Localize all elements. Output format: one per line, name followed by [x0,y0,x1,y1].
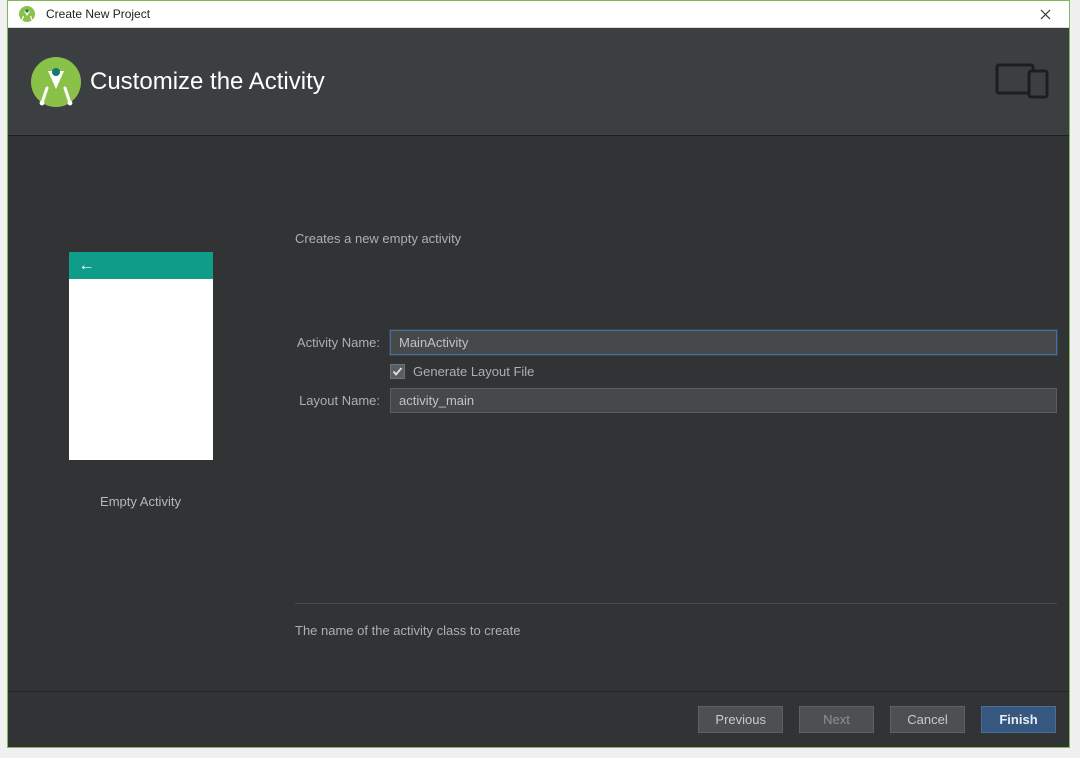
generate-layout-checkbox[interactable] [390,364,405,379]
next-button: Next [799,706,874,733]
window-close-button[interactable] [1025,1,1065,27]
separator [295,603,1057,604]
finish-button[interactable]: Finish [981,706,1056,733]
dialog-window: Create New Project Customize the Activit… [7,0,1070,748]
generate-layout-label: Generate Layout File [413,364,534,379]
content-body: ← Empty Activity Creates a new empty act… [8,136,1069,691]
android-studio-logo-icon [30,56,82,108]
wizard-footer: Previous Next Cancel Finish [8,691,1069,747]
wizard-content: ← Empty Activity Creates a new empty act… [8,135,1069,747]
preview-pane: ← Empty Activity [8,136,273,691]
preview-appbar: ← [69,252,213,279]
previous-button[interactable]: Previous [698,706,783,733]
activity-name-input[interactable] [390,330,1057,355]
layout-name-input[interactable] [390,388,1057,413]
cancel-button[interactable]: Cancel [890,706,965,733]
activity-name-label: Activity Name: [273,335,390,350]
close-icon [1040,9,1051,20]
activity-preview: ← [69,252,213,460]
preview-label: Empty Activity [100,494,181,509]
generate-layout-row: Generate Layout File [390,364,1057,379]
wizard-title: Customize the Activity [90,68,325,96]
wizard-header: Customize the Activity [8,28,1069,135]
form-description: Creates a new empty activity [295,231,1057,246]
layout-name-row: Layout Name: [273,388,1057,413]
checkmark-icon [392,366,403,377]
titlebar: Create New Project [8,1,1069,28]
android-studio-icon [18,5,36,23]
device-frame-icon [995,63,1051,101]
form-hint: The name of the activity class to create [295,623,1057,638]
window-title: Create New Project [46,7,1025,21]
form-pane: Creates a new empty activity Activity Na… [273,136,1069,691]
back-arrow-icon: ← [79,257,95,275]
activity-name-row: Activity Name: [273,330,1057,355]
layout-name-label: Layout Name: [273,393,390,408]
